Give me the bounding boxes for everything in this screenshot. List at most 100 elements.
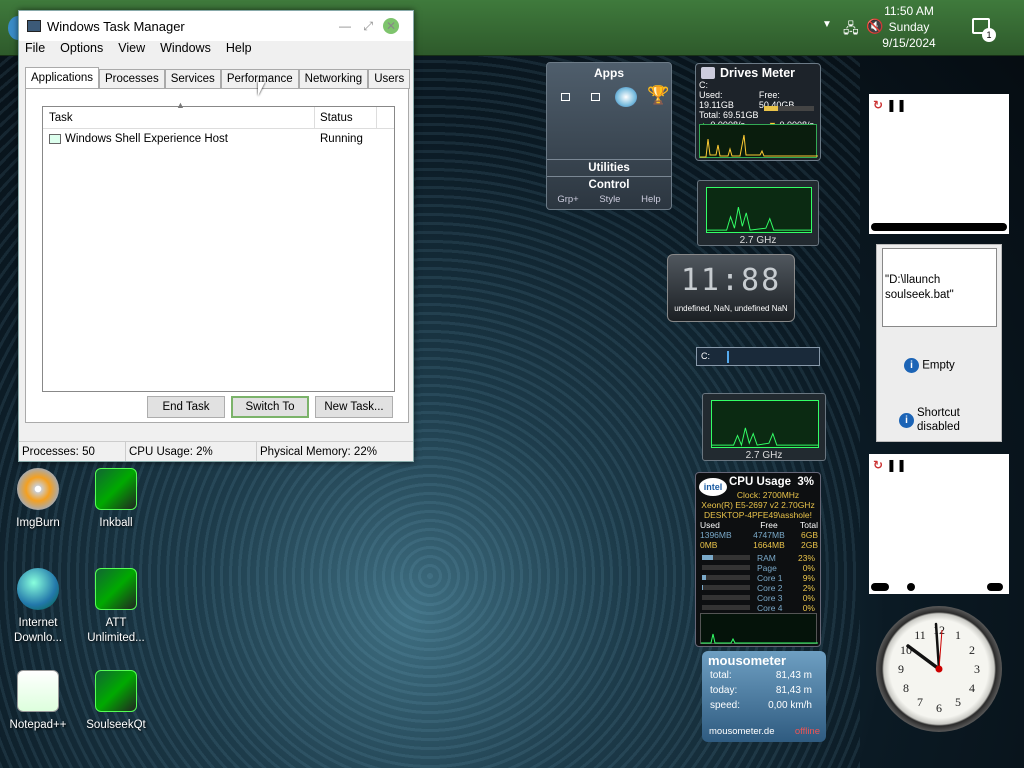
apps-control[interactable]: Control [547, 176, 671, 193]
game-folder-icon [95, 468, 137, 510]
usage-bar [702, 565, 750, 570]
svg-text:1: 1 [955, 628, 961, 642]
drive-bar-label: C: [701, 351, 710, 361]
tray-date: 9/15/2024 [882, 36, 936, 50]
total-value: 81,43 m [775, 670, 812, 681]
desktop-icon-imgburn[interactable]: ImgBurn [6, 468, 70, 531]
chevron-up-icon[interactable]: ▼ [822, 19, 832, 30]
usage-bar [702, 585, 750, 590]
apps-title[interactable]: Apps [547, 66, 671, 80]
cpu-name: Xeon(R) E5-2697 v2 2.70GHz [701, 500, 815, 510]
menu-file[interactable]: File [25, 41, 45, 61]
mousometer-link[interactable]: mousometer.de [709, 726, 774, 737]
drive-icon [701, 67, 715, 79]
column-task[interactable]: Task [43, 107, 315, 128]
usage-row: Core 2 2% [757, 583, 815, 593]
status-cpu: CPU Usage: 2% [126, 442, 257, 461]
launch-path[interactable]: "D:\llaunch soulseek.bat" [882, 248, 997, 327]
window-title: Windows Task Manager [47, 18, 185, 34]
svg-text:6: 6 [936, 701, 942, 715]
tab-users[interactable]: Users [368, 69, 411, 89]
minimize-icon[interactable]: — [339, 19, 351, 33]
apps-help-button[interactable]: Help [641, 194, 661, 205]
usage-bar [702, 595, 750, 600]
globe-download-icon [17, 568, 59, 610]
app-icon[interactable] [561, 93, 570, 101]
apps-utilities[interactable]: Utilities [547, 159, 671, 176]
menu-view[interactable]: View [118, 41, 145, 61]
apps-style-button[interactable]: Style [599, 194, 620, 205]
notepad-icon [17, 670, 59, 712]
disc-icon [17, 468, 59, 510]
total-label: total: [710, 670, 732, 681]
usage-value: 23% [797, 553, 815, 563]
cpu-graph [706, 187, 812, 233]
icon-label: ATT Unlimited... [87, 617, 145, 644]
svg-text:7: 7 [917, 695, 923, 709]
svg-text:8: 8 [903, 681, 909, 695]
analog-clock-gadget: 12 1 2 3 4567 8 9 10 11 [876, 606, 1002, 732]
svg-text:11: 11 [914, 628, 926, 642]
tab-applications[interactable]: Applications [25, 67, 100, 89]
usage-label: Core 2 [757, 583, 783, 593]
end-task-button[interactable]: End Task [147, 396, 225, 418]
tab-networking[interactable]: Networking [298, 69, 369, 89]
maximize-icon[interactable]: ⤢ [363, 19, 373, 34]
tray-time: 11:50 AM [884, 4, 934, 18]
media-player-icon[interactable] [615, 87, 637, 107]
usage-bar [702, 575, 750, 580]
column-status[interactable]: Status [315, 107, 377, 128]
today-label: today: [710, 685, 738, 696]
today-value: 81,43 m [775, 685, 812, 696]
speed-label: speed: [710, 700, 741, 711]
switch-to-button[interactable]: Switch To [231, 396, 309, 418]
cpu-meter-gadget: 2.7 GHz [697, 180, 819, 246]
drives-meter-gadget: Drives Meter C: Used: 19.11GB Free: 50.4… [695, 63, 821, 161]
icon-label: Notepad++ [9, 719, 67, 731]
desktop-icon-notepadpp[interactable]: Notepad++ [6, 670, 70, 733]
title-bar[interactable]: Windows Task Manager — ⤢ ✕ [19, 11, 413, 41]
menu-windows[interactable]: Windows [160, 41, 211, 61]
speed-value: 0,00 km/h [768, 700, 812, 711]
clock-face: 12 12 3 4567 8 9 1011 [898, 622, 980, 715]
menu-options[interactable]: Options [60, 41, 103, 61]
desktop-icon-soulseek[interactable]: SoulseekQt [84, 670, 148, 733]
empty-status: i Empty [904, 358, 955, 373]
play-pause-icon[interactable]: ↻ ❚❚ [873, 98, 907, 112]
apps-grp-button[interactable]: Grp+ [557, 194, 578, 205]
table-row[interactable]: Windows Shell Experience Host Running [43, 129, 394, 149]
usage-label: RAM [757, 553, 776, 563]
play-pause-icon[interactable]: ↻ ❚❚ [873, 458, 907, 472]
svg-text:2: 2 [969, 643, 975, 657]
info-icon: i [904, 358, 919, 373]
applications-panel: Task Status Windows Shell Experience Hos… [25, 88, 409, 423]
tab-services[interactable]: Services [164, 69, 221, 89]
drive-total: Total: 69.51GB [699, 110, 759, 120]
drive-used: Used: 19.11GB [699, 90, 734, 110]
icon-label: Internet Downlo... [14, 617, 62, 644]
task-list[interactable]: Task Status Windows Shell Experience Hos… [42, 106, 395, 392]
close-icon[interactable]: ✕ [383, 18, 399, 34]
dot-icon [871, 583, 889, 591]
status-processes: Processes: 50 [19, 442, 126, 461]
trophy-icon[interactable]: 🏆 [647, 85, 669, 106]
tray-clock[interactable]: 11:50 AM Sunday 9/15/2024 [854, 3, 964, 51]
launcher-gadget: "D:\llaunch soulseek.bat" i Empty i Short… [876, 244, 1002, 442]
digital-clock-digits: 11:88 [680, 263, 782, 298]
usage-row: Core 4 0% [757, 603, 815, 613]
media-panel: ↻ ❚❚ [869, 94, 1009, 234]
usage-label: Core 1 [757, 573, 783, 583]
menu-help[interactable]: Help [226, 41, 252, 61]
desktop-icon-internet-download[interactable]: Internet Downlo... [6, 568, 70, 646]
mousometer-title: mousometer [708, 653, 787, 668]
new-task-button[interactable]: New Task... [315, 396, 393, 418]
mousometer-status[interactable]: offline [795, 726, 820, 737]
task-name: Windows Shell Experience Host [65, 133, 228, 145]
desktop-icon-att[interactable]: ATT Unlimited... [84, 568, 148, 646]
desktop-icon-inkball[interactable]: Inkball [84, 468, 148, 531]
tab-strip: Applications Processes Services Performa… [25, 67, 411, 89]
svg-text:10: 10 [900, 643, 912, 657]
app-icon[interactable] [591, 93, 600, 101]
svg-text:9: 9 [898, 662, 904, 676]
tab-processes[interactable]: Processes [99, 69, 165, 89]
